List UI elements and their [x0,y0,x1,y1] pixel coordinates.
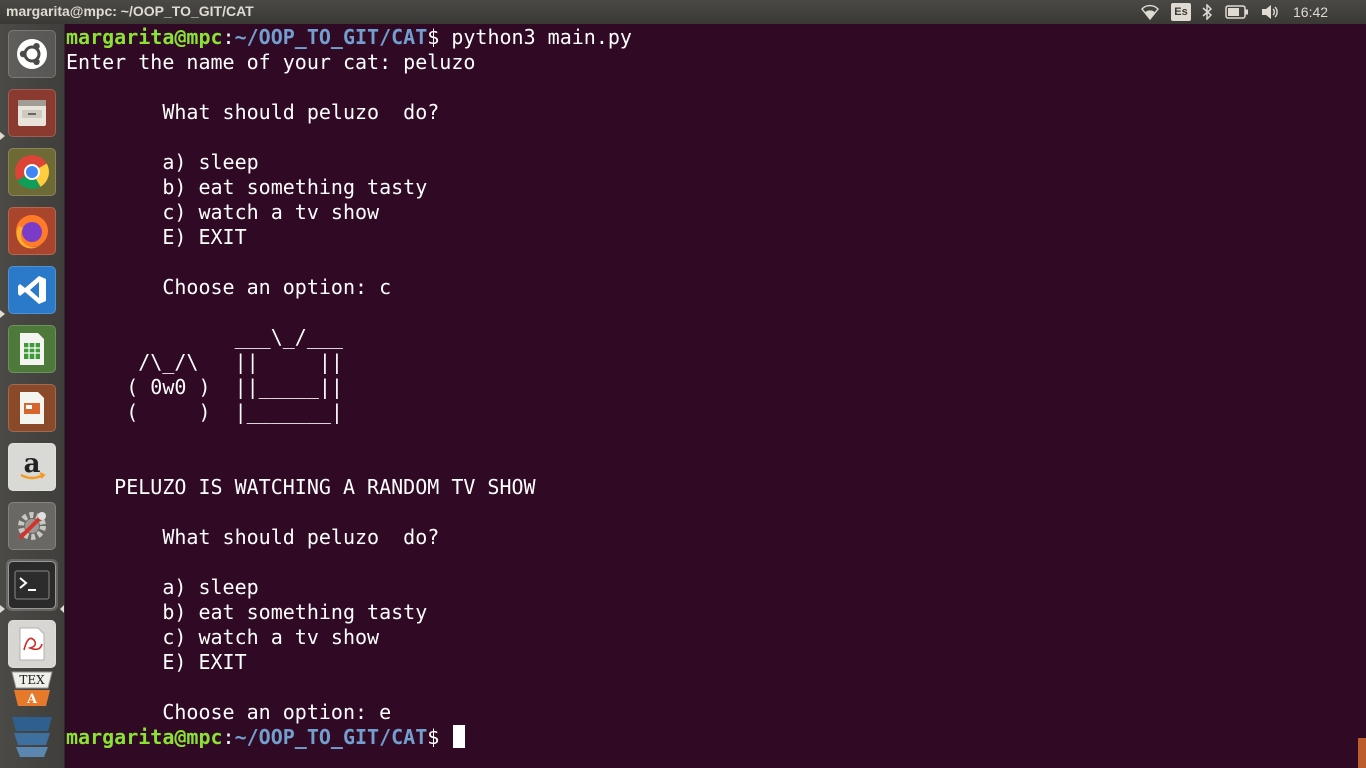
window-title: margarita@mpc: ~/OOP_TO_GIT/CAT [6,3,254,19]
terminal-line: b) eat something tasty [66,175,428,199]
terminal-line: Choose an option: e [66,700,392,724]
workspace-switcher-icon[interactable] [6,710,58,760]
scrollbar[interactable] [1358,738,1366,768]
terminal-icon[interactable] [6,559,58,611]
program-output: Enter the name of your cat: peluzo What … [66,50,1356,725]
terminal-cursor [453,725,466,748]
bluetooth-icon[interactable] [1200,0,1214,24]
running-indicator [0,605,5,613]
texstudio-icon[interactable]: TEX A [6,668,58,708]
focused-indicator [60,605,64,613]
running-indicator [0,310,5,318]
prompt-path: ~/OOP_TO_GIT/CAT [234,725,428,749]
prompt-end: $ [427,725,452,749]
clock[interactable]: 16:42 [1293,4,1328,20]
terminal-output[interactable]: margarita@mpc:~/OOP_TO_GIT/CAT$ python3 … [66,25,1356,765]
terminal-line: a) sleep [66,150,259,174]
prompt-line: margarita@mpc:~/OOP_TO_GIT/CAT$ python3 … [66,25,1356,50]
final-prompt-line: margarita@mpc:~/OOP_TO_GIT/CAT$ [66,725,1356,750]
wifi-icon[interactable] [1139,0,1161,24]
terminal-line: Choose an option: c [66,275,392,299]
terminal-line: ( ) |_______| [66,400,343,424]
terminal-line: Enter the name of your cat: peluzo [66,50,476,74]
prompt-separator: : [222,25,235,49]
system-settings-icon[interactable] [6,500,58,552]
svg-text:A: A [26,692,38,707]
command-text: python3 main.py [451,25,632,49]
amazon-icon[interactable]: a [6,441,58,493]
battery-icon[interactable] [1224,0,1250,24]
svg-text:a: a [24,450,41,479]
volume-icon[interactable] [1258,0,1282,24]
terminal-line: ___\_/___ [66,325,343,349]
terminal-line: a) sleep [66,575,259,599]
ubuntu-dash-icon[interactable] [6,28,58,80]
terminal-line: ( 0w0 ) ||_____|| [66,375,343,399]
svg-text:TEX: TEX [19,673,45,687]
prompt-user: margarita@mpc [66,725,223,749]
terminal-line: /\_/\ || || [66,350,343,374]
vscode-icon[interactable] [6,264,58,316]
terminal-line: E) EXIT [66,650,247,674]
terminal-line: c) watch a tv show [66,625,380,649]
files-icon[interactable] [6,87,58,139]
prompt-user: margarita@mpc [66,25,223,49]
prompt-end: $ [427,25,452,49]
running-indicator [0,132,5,140]
terminal-line: E) EXIT [66,225,247,249]
prompt-separator: : [222,725,235,749]
terminal-line: b) eat something tasty [66,600,428,624]
terminal-line: What should peluzo do? [66,100,440,124]
prompt-path: ~/OOP_TO_GIT/CAT [234,25,428,49]
launcher: a TEX A [0,24,65,768]
chrome-icon[interactable] [6,146,58,198]
top-panel: margarita@mpc: ~/OOP_TO_GIT/CAT Es 16:42 [0,0,1366,24]
document-viewer-icon[interactable] [6,618,58,670]
terminal-line: c) watch a tv show [66,200,380,224]
libreoffice-impress-icon[interactable] [6,382,58,434]
firefox-icon[interactable] [6,205,58,257]
terminal-line: What should peluzo do? [66,525,440,549]
libreoffice-calc-icon[interactable] [6,323,58,375]
keyboard-layout-indicator[interactable]: Es [1171,3,1191,21]
terminal-line: PELUZO IS WATCHING A RANDOM TV SHOW [66,475,536,499]
